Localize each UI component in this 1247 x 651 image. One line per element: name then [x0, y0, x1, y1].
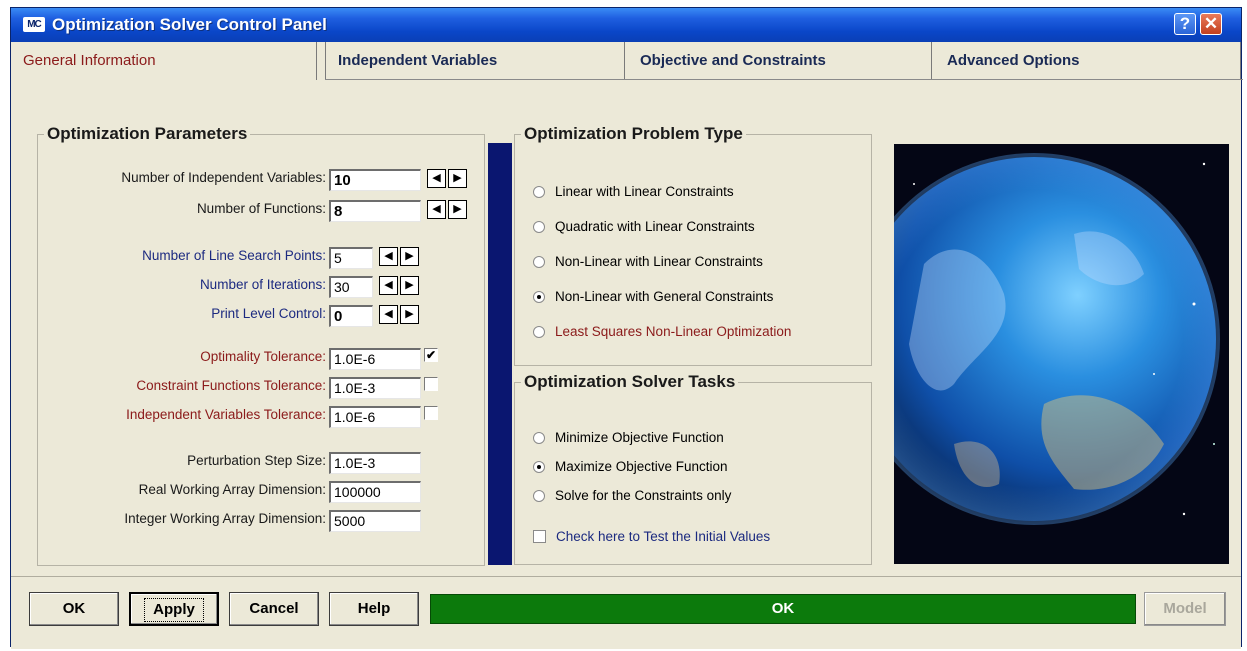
problem-type-option[interactable]: Non-Linear with Linear Constraints	[533, 254, 763, 272]
constraint-functions-tolerance-label: Constraint Functions Tolerance:	[136, 378, 326, 393]
option-label: Minimize Objective Function	[555, 430, 724, 445]
optimality-tolerance-label: Optimality Tolerance:	[200, 349, 326, 364]
help-button[interactable]: Help	[329, 592, 419, 626]
radio-button[interactable]	[533, 432, 545, 444]
option-label: Quadratic with Linear Constraints	[555, 219, 755, 234]
spin-right-icon[interactable]: ▶	[400, 247, 419, 266]
solver-tasks-legend: Optimization Solver Tasks	[524, 372, 736, 391]
independent-variables-tolerance-label: Independent Variables Tolerance:	[126, 407, 326, 422]
close-icon[interactable]: ✕	[1200, 13, 1222, 35]
problem-type-option[interactable]: Non-Linear with General Constraints	[533, 289, 773, 307]
tab-independent-variables[interactable]: Independent Variables	[325, 42, 625, 80]
window-title: Optimization Solver Control Panel	[52, 15, 327, 34]
option-label: Solve for the Constraints only	[555, 488, 732, 503]
solver-tasks-group: Optimization Solver Tasks Minimize Objec…	[514, 372, 872, 565]
num-iterations-spinner[interactable]: ◀ ▶	[379, 276, 421, 296]
accent-bar	[488, 143, 512, 565]
num-functions-label: Number of Functions:	[196, 201, 326, 216]
spin-right-icon[interactable]: ▶	[400, 276, 419, 295]
help-icon[interactable]: ?	[1174, 13, 1196, 35]
option-label: Linear with Linear Constraints	[555, 184, 734, 199]
print-level-control-spinner[interactable]: ◀ ▶	[379, 305, 421, 325]
apply-button-label: Apply	[144, 598, 204, 622]
problem-type-legend: Optimization Problem Type	[524, 124, 743, 143]
constraint-functions-tolerance-input[interactable]: 1.0E-3	[329, 377, 421, 399]
solver-task-option[interactable]: Maximize Objective Function	[533, 459, 728, 477]
apply-button[interactable]: Apply	[129, 592, 219, 626]
radio-button-selected[interactable]	[533, 461, 545, 473]
parameter-labels: Number of Independent Variables: Number …	[21, 84, 326, 564]
spin-right-icon[interactable]: ▶	[448, 169, 467, 188]
problem-type-option[interactable]: Quadratic with Linear Constraints	[533, 219, 755, 237]
print-level-control-input[interactable]: 0	[329, 305, 373, 327]
tab-objective-and-constraints[interactable]: Objective and Constraints	[628, 42, 932, 80]
radio-button[interactable]	[533, 221, 545, 233]
cancel-button[interactable]: Cancel	[229, 592, 319, 626]
num-line-search-points-spinner[interactable]: ◀ ▶	[379, 247, 421, 267]
real-working-array-label: Real Working Array Dimension:	[138, 482, 326, 497]
num-functions-input[interactable]: 8	[329, 200, 421, 222]
option-label: Non-Linear with Linear Constraints	[555, 254, 763, 269]
num-iterations-input[interactable]: 30	[329, 276, 373, 298]
radio-button[interactable]	[533, 186, 545, 198]
spin-right-icon[interactable]: ▶	[400, 305, 419, 324]
status-bar: OK	[430, 594, 1136, 624]
spin-left-icon[interactable]: ◀	[427, 169, 446, 188]
spin-left-icon[interactable]: ◀	[379, 247, 398, 266]
optimality-tolerance-input[interactable]: 1.0E-6	[329, 348, 421, 370]
planet-image	[894, 144, 1229, 564]
tab-strip: General Information Independent Variable…	[11, 42, 1241, 80]
independent-variables-tolerance-checkbox[interactable]	[424, 406, 438, 420]
optimization-solver-window: MC Optimization Solver Control Panel ? ✕…	[10, 7, 1243, 649]
integer-working-array-label: Integer Working Array Dimension:	[124, 511, 326, 526]
spin-left-icon[interactable]: ◀	[379, 276, 398, 295]
option-label: Least Squares Non-Linear Optimization	[555, 324, 792, 339]
model-button[interactable]: Model	[1144, 592, 1226, 626]
general-information-panel: Optimization Parameters Number of Indepe…	[21, 84, 1231, 572]
spin-left-icon[interactable]: ◀	[427, 200, 446, 219]
test-initial-values-label: Check here to Test the Initial Values	[556, 529, 771, 544]
app-icon: MC	[23, 17, 45, 32]
test-initial-values-option[interactable]: Check here to Test the Initial Values	[533, 529, 770, 547]
constraint-functions-tolerance-checkbox[interactable]	[424, 377, 438, 391]
num-line-search-points-input[interactable]: 5	[329, 247, 373, 269]
perturbation-step-size-input[interactable]: 1.0E-3	[329, 452, 421, 474]
spin-left-icon[interactable]: ◀	[379, 305, 398, 324]
num-functions-spinner[interactable]: ◀ ▶	[427, 200, 469, 220]
radio-button[interactable]	[533, 490, 545, 502]
optimality-tolerance-checkbox[interactable]: ✔	[424, 348, 438, 362]
title-bar[interactable]: MC Optimization Solver Control Panel ? ✕	[11, 8, 1241, 42]
solver-task-option[interactable]: Minimize Objective Function	[533, 430, 724, 448]
tab-advanced-options[interactable]: Advanced Options	[935, 42, 1241, 80]
integer-working-array-input[interactable]: 5000	[329, 510, 421, 532]
independent-variables-tolerance-input[interactable]: 1.0E-6	[329, 406, 421, 428]
num-independent-variables-input[interactable]: 10	[329, 169, 421, 191]
num-iterations-label: Number of Iterations:	[199, 277, 326, 292]
test-initial-values-checkbox[interactable]	[533, 530, 546, 543]
tab-general-information[interactable]: General Information	[11, 42, 317, 80]
ok-button[interactable]: OK	[29, 592, 119, 626]
num-line-search-points-label: Number of Line Search Points:	[142, 248, 326, 263]
problem-type-option[interactable]: Linear with Linear Constraints	[533, 184, 734, 202]
real-working-array-input[interactable]: 100000	[329, 481, 421, 503]
option-label: Non-Linear with General Constraints	[555, 289, 774, 304]
num-independent-variables-label: Number of Independent Variables:	[121, 170, 326, 185]
button-bar: OK Apply Cancel Help OK Model	[11, 576, 1241, 649]
spin-right-icon[interactable]: ▶	[448, 200, 467, 219]
perturbation-step-size-label: Perturbation Step Size:	[187, 453, 326, 468]
radio-button[interactable]	[533, 256, 545, 268]
radio-button[interactable]	[533, 326, 545, 338]
tab-divider	[325, 79, 1243, 80]
num-independent-variables-spinner[interactable]: ◀ ▶	[427, 169, 469, 189]
planet-illustration	[894, 153, 1220, 525]
problem-type-group: Optimization Problem Type Linear with Li…	[514, 124, 872, 366]
solver-task-option[interactable]: Solve for the Constraints only	[533, 488, 731, 506]
print-level-control-label: Print Level Control:	[211, 306, 326, 321]
radio-button-selected[interactable]	[533, 291, 545, 303]
problem-type-option[interactable]: Least Squares Non-Linear Optimization	[533, 324, 791, 342]
option-label: Maximize Objective Function	[555, 459, 728, 474]
